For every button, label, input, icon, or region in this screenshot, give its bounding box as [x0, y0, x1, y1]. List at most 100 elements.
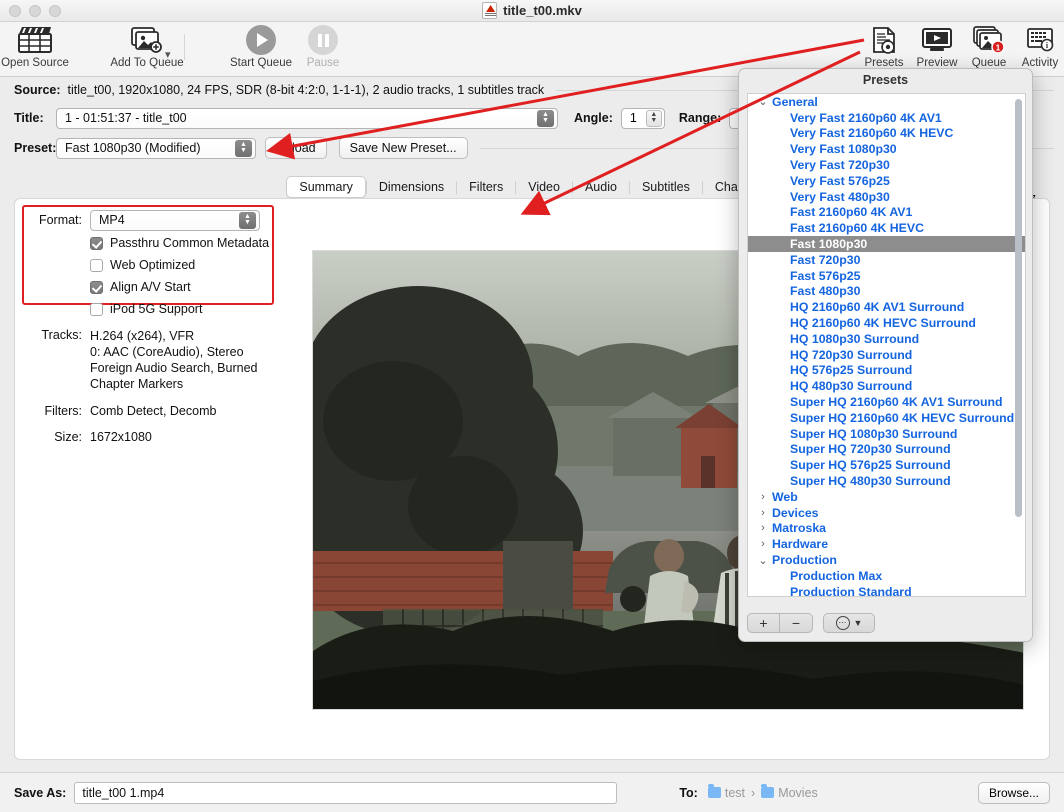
toolbar-open-source[interactable]: Open Source: [0, 25, 82, 70]
preset-item[interactable]: Super HQ 576p25 Surround: [748, 457, 1025, 473]
preset-item-label: Production Max: [790, 569, 882, 583]
preset-item[interactable]: Production Standard: [748, 584, 1025, 597]
save-as-input[interactable]: title_t00 1.mp4: [74, 782, 617, 804]
filters-row: Filters: Comb Detect, Decomb: [26, 404, 286, 418]
preset-item[interactable]: Fast 2160p60 4K AV1: [748, 205, 1025, 221]
toolbar-add-to-queue[interactable]: Add To Queue: [100, 25, 194, 70]
reload-button-label: Reload: [276, 141, 316, 155]
format-chevron-updown-icon[interactable]: ▲▼: [239, 212, 256, 229]
preset-item-label: Super HQ 720p30 Surround: [790, 442, 951, 456]
presets-list[interactable]: ⌄GeneralVery Fast 2160p60 4K AV1Very Fas…: [747, 93, 1026, 597]
preset-item[interactable]: Fast 2160p60 4K HEVC: [748, 220, 1025, 236]
path-segment[interactable]: test: [708, 786, 745, 800]
preset-item[interactable]: HQ 480p30 Surround: [748, 378, 1025, 394]
preset-item[interactable]: Fast 720p30: [748, 252, 1025, 268]
preset-item[interactable]: HQ 720p30 Surround: [748, 347, 1025, 363]
chevron-down-icon[interactable]: ⌄: [756, 95, 770, 108]
format-checkbox-3[interactable]: iPod 5G Support: [90, 298, 276, 320]
toolbar-pause[interactable]: Pause: [276, 25, 370, 70]
filters-value: Comb Detect, Decomb: [90, 404, 216, 418]
chevron-down-icon[interactable]: ⌄: [756, 554, 770, 567]
preset-item[interactable]: Fast 576p25: [748, 268, 1025, 284]
format-checkbox-1[interactable]: Web Optimized: [90, 254, 276, 276]
clapperboard-icon: [0, 25, 82, 55]
preset-item[interactable]: Production Max: [748, 568, 1025, 584]
presets-panel-title: Presets: [739, 69, 1032, 91]
preset-item[interactable]: Super HQ 2160p60 4K AV1 Surround: [748, 394, 1025, 410]
checkbox-unchecked-icon[interactable]: [90, 303, 103, 316]
tab-dimensions[interactable]: Dimensions: [367, 176, 456, 198]
chevron-right-icon[interactable]: ›: [756, 538, 770, 550]
toolbar-activity[interactable]: i Activity: [993, 25, 1064, 70]
preset-select[interactable]: Fast 1080p30 (Modified) ▲▼: [56, 138, 256, 159]
size-row: Size: 1672x1080: [26, 430, 286, 444]
checkbox-checked-icon[interactable]: [90, 237, 103, 250]
preset-item-label: Super HQ 576p25 Surround: [790, 458, 951, 472]
preset-item[interactable]: ⌄Production: [748, 552, 1025, 568]
format-checkbox-0[interactable]: Passthru Common Metadata: [90, 232, 276, 254]
ellipsis-circle-icon: ⋯: [836, 616, 850, 630]
toolbar-divider: [184, 34, 185, 60]
preset-item[interactable]: Super HQ 1080p30 Surround: [748, 426, 1025, 442]
preset-item-label: HQ 576p25 Surround: [790, 363, 912, 377]
format-checkbox-2[interactable]: Align A/V Start: [90, 276, 276, 298]
preset-item[interactable]: ›Web: [748, 489, 1025, 505]
format-row: Format: MP4 ▲▼: [26, 208, 276, 232]
title-select-value: 1 - 01:51:37 - title_t00: [65, 111, 187, 125]
preset-item-label: Super HQ 480p30 Surround: [790, 474, 951, 488]
chevron-right-icon[interactable]: ›: [756, 507, 770, 519]
preset-item[interactable]: Fast 1080p30: [748, 236, 1025, 252]
preset-item[interactable]: Very Fast 480p30: [748, 189, 1025, 205]
angle-label: Angle:: [574, 111, 613, 125]
tab-filters[interactable]: Filters: [457, 176, 515, 198]
format-select[interactable]: MP4 ▲▼: [90, 210, 260, 231]
preset-item[interactable]: Very Fast 720p30: [748, 157, 1025, 173]
chevron-down-icon[interactable]: ▾: [165, 48, 171, 61]
preset-item[interactable]: Fast 480p30: [748, 284, 1025, 300]
chevron-right-icon[interactable]: ›: [756, 491, 770, 503]
preset-item[interactable]: Super HQ 2160p60 4K HEVC Surround: [748, 410, 1025, 426]
preset-item[interactable]: Super HQ 720p30 Surround: [748, 442, 1025, 458]
tab-video[interactable]: Video: [516, 176, 572, 198]
preset-item-label: Super HQ 2160p60 4K AV1 Surround: [790, 395, 1003, 409]
chevron-right-icon[interactable]: ›: [756, 522, 770, 534]
preset-item[interactable]: Very Fast 1080p30: [748, 141, 1025, 157]
tab-summary[interactable]: Summary: [286, 176, 365, 198]
title-select[interactable]: 1 - 01:51:37 - title_t00 ▲▼: [56, 108, 558, 129]
save-new-preset-button[interactable]: Save New Preset...: [339, 137, 468, 159]
path-segment[interactable]: Movies: [761, 786, 818, 800]
preset-item[interactable]: Very Fast 2160p60 4K AV1: [748, 110, 1025, 126]
format-select-value: MP4: [99, 213, 125, 227]
presets-scrollbar[interactable]: [1015, 99, 1022, 517]
preset-item[interactable]: ›Devices: [748, 505, 1025, 521]
preset-item[interactable]: ›Hardware: [748, 536, 1025, 552]
presets-menu-glyph: ⋯: [839, 619, 847, 627]
preset-item-label: HQ 720p30 Surround: [790, 348, 912, 362]
preset-item[interactable]: HQ 2160p60 4K AV1 Surround: [748, 299, 1025, 315]
tab-subtitles[interactable]: Subtitles: [630, 176, 702, 198]
tab-audio[interactable]: Audio: [573, 176, 629, 198]
preset-item[interactable]: ›Matroska: [748, 521, 1025, 537]
preset-item[interactable]: Very Fast 576p25: [748, 173, 1025, 189]
format-checkbox-label: iPod 5G Support: [110, 302, 202, 316]
preset-item[interactable]: Very Fast 2160p60 4K HEVC: [748, 126, 1025, 142]
chevron-updown-icon[interactable]: ▲▼: [537, 110, 554, 127]
preset-item[interactable]: ⌄General: [748, 94, 1025, 110]
stepper-arrows-icon[interactable]: ▲▼: [646, 110, 662, 127]
preset-chevron-updown-icon[interactable]: ▲▼: [235, 140, 252, 157]
checkbox-unchecked-icon[interactable]: [90, 259, 103, 272]
add-preset-button[interactable]: +: [747, 613, 780, 633]
reload-button[interactable]: Reload: [265, 137, 327, 159]
preset-item[interactable]: HQ 576p25 Surround: [748, 363, 1025, 379]
presets-actions-menu-button[interactable]: ⋯ ▼: [823, 613, 875, 633]
preset-item[interactable]: HQ 2160p60 4K HEVC Surround: [748, 315, 1025, 331]
checkbox-checked-icon[interactable]: [90, 281, 103, 294]
preset-item-label: Very Fast 480p30: [790, 190, 890, 204]
preset-item[interactable]: Super HQ 480p30 Surround: [748, 473, 1025, 489]
preset-item[interactable]: HQ 1080p30 Surround: [748, 331, 1025, 347]
source-value: title_t00, 1920x1080, 24 FPS, SDR (8-bit…: [68, 83, 545, 97]
angle-stepper[interactable]: 1 ▲▼: [621, 108, 665, 129]
remove-preset-button[interactable]: −: [780, 613, 813, 633]
destination-path[interactable]: test›Movies: [708, 786, 818, 800]
browse-button[interactable]: Browse...: [978, 782, 1050, 804]
